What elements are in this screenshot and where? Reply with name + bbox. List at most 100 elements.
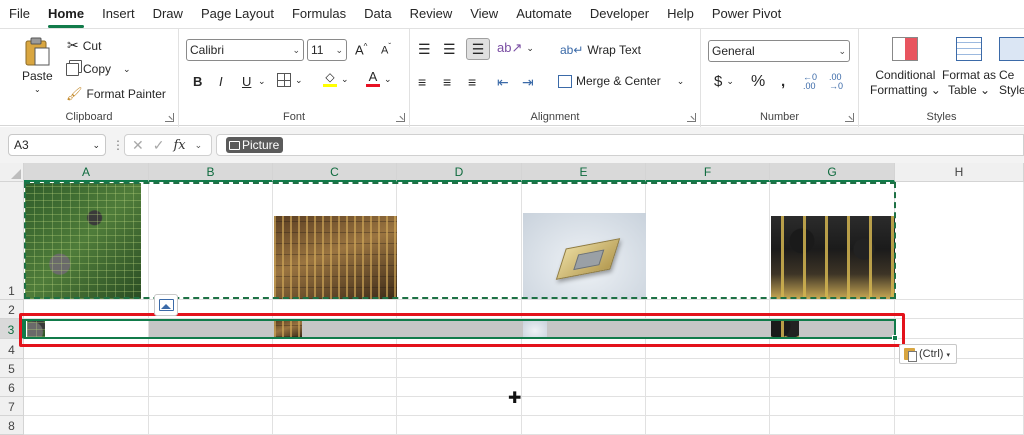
row-header-7[interactable]: 7 <box>0 397 24 416</box>
decrease-indent-button[interactable]: ⇤ <box>497 74 509 91</box>
top-align-button[interactable]: ☰ <box>418 41 431 58</box>
menu-formulas[interactable]: Formulas <box>283 0 355 28</box>
menu-view[interactable]: View <box>461 0 507 28</box>
gridline-vertical <box>769 182 770 435</box>
middle-align-button[interactable]: ☰ <box>443 41 456 58</box>
chevron-down-icon[interactable]: ⌄ <box>195 140 203 151</box>
bottom-align-button[interactable]: ☰ <box>466 38 490 60</box>
paste-options-button[interactable]: (Ctrl) ▾ <box>899 344 957 364</box>
align-left-icon: ≡ <box>418 74 427 90</box>
font-color-button[interactable]: A ⌄ <box>366 70 392 87</box>
chevron-down-icon: ⌄ <box>92 140 100 150</box>
menu-developer[interactable]: Developer <box>581 0 658 28</box>
chevron-down-icon[interactable]: ⌄ <box>123 64 131 75</box>
fill-color-button[interactable]: ◇ ⌄ <box>323 71 349 87</box>
row-header-5[interactable]: 5 <box>0 359 24 378</box>
number-group-label: Number <box>759 111 800 123</box>
font-name-combo[interactable]: Calibri ⌄ <box>186 39 304 61</box>
check-icon[interactable]: ✓ <box>153 137 165 154</box>
column-header-h[interactable]: H <box>895 163 1024 182</box>
place-in-cell-button[interactable] <box>154 294 178 316</box>
align-bottom-icon: ☰ <box>471 40 485 57</box>
column-header-a[interactable]: A <box>24 163 149 182</box>
menu-draw[interactable]: Draw <box>144 0 192 28</box>
column-header-d[interactable]: D <box>397 163 522 182</box>
font-size-combo[interactable]: 11 ⌄ <box>307 39 347 61</box>
formula-input[interactable]: Picture <box>216 134 1024 156</box>
menu-automate[interactable]: Automate <box>507 0 581 28</box>
more-options-icon[interactable]: ⋮ <box>112 138 124 152</box>
increase-indent-button[interactable]: ⇥ <box>522 74 534 91</box>
highlight-annotation <box>19 313 905 347</box>
cut-button[interactable]: ✂ Cut <box>67 37 101 54</box>
font-launcher-icon[interactable] <box>396 113 405 122</box>
row-header-6[interactable]: 6 <box>0 378 24 397</box>
menu-page-layout[interactable]: Page Layout <box>192 0 283 28</box>
italic-button[interactable]: I <box>219 74 223 89</box>
worksheet-grid[interactable]: A B C D E F G H 1 2 3 4 5 6 7 8 (Ctrl) ▾ ✚ <box>0 163 1024 435</box>
menu-help[interactable]: Help <box>658 0 703 28</box>
font-color-icon: A <box>366 70 380 87</box>
insert-function-icon[interactable]: fx <box>173 138 185 153</box>
number-launcher-icon[interactable] <box>845 113 854 122</box>
alignment-group: ☰ ☰ ☰ ab↗ ⌄ ab↵ Wrap Text ≡ ≡ ≡ ⇤ ⇥ Merg… <box>410 29 701 127</box>
circuit-board-image-a1[interactable] <box>25 183 141 299</box>
alignment-launcher-icon[interactable] <box>687 113 696 122</box>
menu-file[interactable]: File <box>0 0 39 28</box>
conditional-formatting-button[interactable]: Conditional Formatting ⌄ <box>870 37 941 97</box>
column-header-b[interactable]: B <box>149 163 273 182</box>
paste-button[interactable]: Paste ⌄ <box>22 37 53 94</box>
align-center-button[interactable]: ≡ <box>443 74 451 90</box>
chevron-down-icon[interactable]: ⌄ <box>34 85 41 94</box>
column-header-f[interactable]: F <box>646 163 770 182</box>
align-left-button[interactable]: ≡ <box>418 74 426 90</box>
menu-data[interactable]: Data <box>355 0 400 28</box>
borders-button[interactable]: ⌄ <box>277 73 303 87</box>
comma-style-button[interactable]: , <box>781 73 785 90</box>
conditional-formatting-icon <box>892 37 919 61</box>
align-right-button[interactable]: ≡ <box>468 74 476 90</box>
orientation-button[interactable]: ab↗ ⌄ <box>497 40 534 56</box>
mouse-cursor-icon: ✚ <box>508 390 522 407</box>
number-format-combo[interactable]: General ⌄ <box>708 40 850 62</box>
decrease-decimal-button[interactable]: .00 →0 <box>829 73 843 91</box>
bold-icon: B <box>193 74 203 89</box>
menu-power-pivot[interactable]: Power Pivot <box>703 0 790 28</box>
increase-decimal-button[interactable]: ←0.00 <box>803 73 817 91</box>
select-all-button[interactable] <box>0 163 24 182</box>
merge-center-button[interactable]: Merge & Center ⌄ <box>558 74 684 88</box>
accounting-format-button[interactable]: $ ⌄ <box>714 73 734 90</box>
copy-button[interactable]: Copy ⌄ <box>66 62 131 76</box>
underline-button[interactable]: U <box>242 74 251 89</box>
bold-button[interactable]: B <box>193 74 202 89</box>
row-header-8[interactable]: 8 <box>0 416 24 435</box>
number-format-value: General <box>712 44 755 58</box>
menu-review[interactable]: Review <box>401 0 462 28</box>
circuit-board-image-c1[interactable] <box>274 216 397 299</box>
copy-marquee <box>24 182 896 299</box>
format-painter-button[interactable]: 🖌 Format Painter <box>66 86 166 102</box>
chevron-down-icon: ⌄ <box>676 75 685 86</box>
name-box[interactable]: A3 ⌄ <box>8 134 106 156</box>
circuit-board-image-g1[interactable] <box>771 216 895 299</box>
cpu-image-e1[interactable] <box>523 213 646 299</box>
format-as-table-button[interactable]: Format as Table ⌄ <box>942 37 996 97</box>
column-header-e[interactable]: E <box>522 163 646 182</box>
align-center-icon: ≡ <box>443 74 452 90</box>
menu-insert[interactable]: Insert <box>93 0 144 28</box>
cell-styles-button[interactable]: Ce Style <box>999 37 1024 97</box>
increase-font-size-button[interactable]: A^ <box>355 42 367 57</box>
clipboard-launcher-icon[interactable] <box>165 113 174 122</box>
row-header-1[interactable]: 1 <box>0 182 24 300</box>
column-header-c[interactable]: C <box>273 163 397 182</box>
underline-dropdown[interactable]: ⌄ <box>258 76 266 87</box>
dollar-icon: $ <box>714 73 723 90</box>
paste-options-label: (Ctrl) <box>919 348 944 360</box>
wrap-text-button[interactable]: ab↵ Wrap Text <box>560 43 641 57</box>
decrease-font-size-button[interactable]: Aˇ <box>381 42 391 57</box>
menu-home[interactable]: Home <box>39 0 93 28</box>
percent-button[interactable]: % <box>751 73 765 91</box>
styles-group: Conditional Formatting ⌄ Format as Table… <box>859 29 1024 127</box>
column-header-g[interactable]: G <box>770 163 895 182</box>
cancel-icon[interactable]: ✕ <box>132 137 144 154</box>
